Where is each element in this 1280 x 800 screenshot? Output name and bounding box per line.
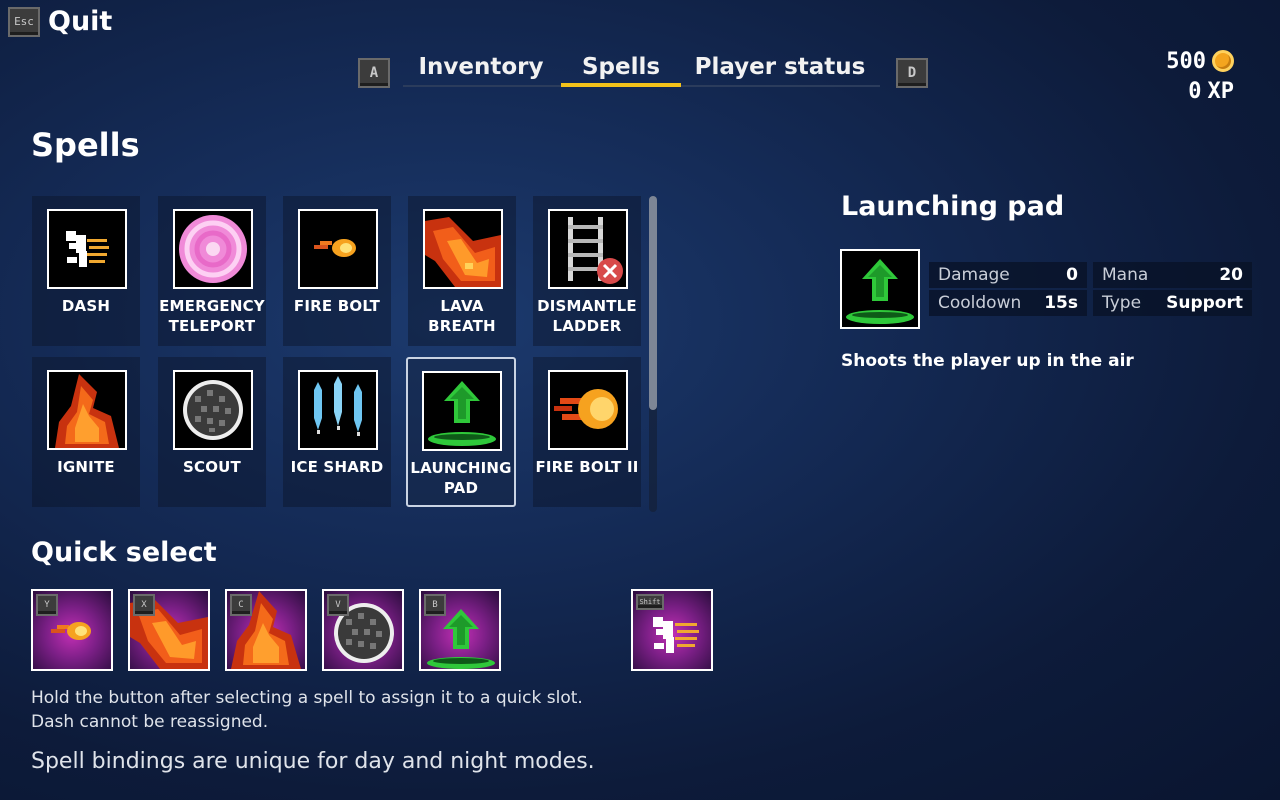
spell-name: DASH	[61, 297, 111, 315]
big-fireball-icon	[548, 370, 628, 450]
spell-card-dismantle-ladder[interactable]: DISMANTLE LADDER	[533, 196, 641, 346]
detail-description: Shoots the player up in the air	[841, 351, 1134, 371]
quick-slot-x[interactable]: X	[128, 589, 210, 671]
quick-select-hint: Hold the button after selecting a spell …	[31, 688, 583, 708]
launch-arrow-icon	[422, 371, 502, 451]
currency-display: 500 0 XP	[1166, 46, 1234, 106]
dash-hint: Dash cannot be reassigned.	[31, 712, 269, 732]
quit-label: Quit	[48, 6, 113, 37]
spell-card-fire-bolt-ii[interactable]: FIRE BOLT II	[533, 357, 641, 507]
stat-label: Cooldown	[938, 293, 1022, 313]
slot-key-badge: Shift	[636, 594, 664, 610]
stat-label: Damage	[938, 265, 1010, 285]
spell-card-ice-shard[interactable]: ICE SHARD	[283, 357, 391, 507]
spell-name: DISMANTLE LADDER	[537, 297, 637, 335]
spell-name: IGNITE	[57, 458, 115, 476]
xp-label: XP	[1207, 78, 1235, 104]
stat-label: Type	[1102, 293, 1142, 313]
portal-icon	[173, 209, 253, 289]
next-tab-key[interactable]: D	[896, 58, 928, 88]
stat-damage: Damage 0	[929, 262, 1087, 288]
stat-value: Support	[1166, 293, 1243, 313]
spell-card-launching-pad[interactable]: LAUNCHING PAD	[406, 357, 516, 507]
spell-name: FIRE BOLT	[293, 297, 381, 315]
quit-button[interactable]: Esc Quit	[8, 6, 112, 37]
spell-card-scout[interactable]: SCOUT	[158, 357, 266, 507]
tab-spells[interactable]: Spells	[561, 46, 681, 87]
scout-orb-icon	[173, 370, 253, 450]
stat-value: 0	[1066, 265, 1078, 285]
spell-name: LAVA BREATH	[428, 297, 496, 335]
spell-name: ICE SHARD	[290, 458, 384, 476]
spell-card-ignite[interactable]: IGNITE	[32, 357, 140, 507]
spell-card-lava-breath[interactable]: LAVA BREATH	[408, 196, 516, 346]
dash-icon	[47, 209, 127, 289]
ice-shard-icon	[298, 370, 378, 450]
slot-key-badge: B	[424, 594, 446, 616]
flame-icon	[47, 370, 127, 450]
spell-name: LAUNCHING PAD	[410, 459, 512, 497]
scrollbar-thumb[interactable]	[649, 196, 657, 410]
quick-slot-v[interactable]: V	[322, 589, 404, 671]
ladder-remove-icon	[548, 209, 628, 289]
spells-heading: Spells	[31, 126, 140, 164]
tab-player-status[interactable]: Player status	[694, 46, 866, 87]
stat-value: 15s	[1044, 293, 1078, 313]
stat-mana: Mana 20	[1093, 262, 1252, 288]
prev-tab-key[interactable]: A	[358, 58, 390, 88]
stat-cooldown: Cooldown 15s	[929, 290, 1087, 316]
spell-card-emergency-teleport[interactable]: EMERGENCY TELEPORT	[158, 196, 266, 346]
gold-amount: 500	[1166, 48, 1206, 74]
spell-list-scrollbar[interactable]	[649, 196, 657, 512]
stat-value: 20	[1219, 265, 1243, 285]
slot-key-badge: V	[327, 594, 349, 616]
spell-card-dash[interactable]: DASH	[32, 196, 140, 346]
stat-type: Type Support	[1093, 290, 1252, 316]
spell-name: EMERGENCY TELEPORT	[159, 297, 265, 335]
stat-label: Mana	[1102, 265, 1149, 285]
quick-slot-shift[interactable]: Shift	[631, 589, 713, 671]
tab-bar: A Inventory Spells Player status D	[358, 46, 928, 90]
detail-title: Launching pad	[841, 191, 1065, 222]
slot-key-badge: X	[133, 594, 155, 616]
fireball-icon	[298, 209, 378, 289]
spell-name: SCOUT	[183, 458, 241, 476]
spell-name: FIRE BOLT II	[535, 458, 639, 476]
spell-card-fire-bolt[interactable]: FIRE BOLT	[283, 196, 391, 346]
launch-arrow-icon	[840, 249, 920, 329]
quick-slot-b[interactable]: B	[419, 589, 501, 671]
lava-icon	[423, 209, 503, 289]
slot-key-badge: C	[230, 594, 252, 616]
bindings-note: Spell bindings are unique for day and ni…	[31, 749, 595, 774]
esc-key-badge: Esc	[8, 6, 40, 37]
gold-coin-icon	[1212, 50, 1234, 72]
quick-slot-y[interactable]: Y	[31, 589, 113, 671]
xp-amount: 0	[1188, 78, 1202, 104]
tab-inventory[interactable]: Inventory	[406, 46, 556, 87]
quick-slot-c[interactable]: C	[225, 589, 307, 671]
slot-key-badge: Y	[36, 594, 58, 616]
quick-select-heading: Quick select	[31, 537, 217, 568]
